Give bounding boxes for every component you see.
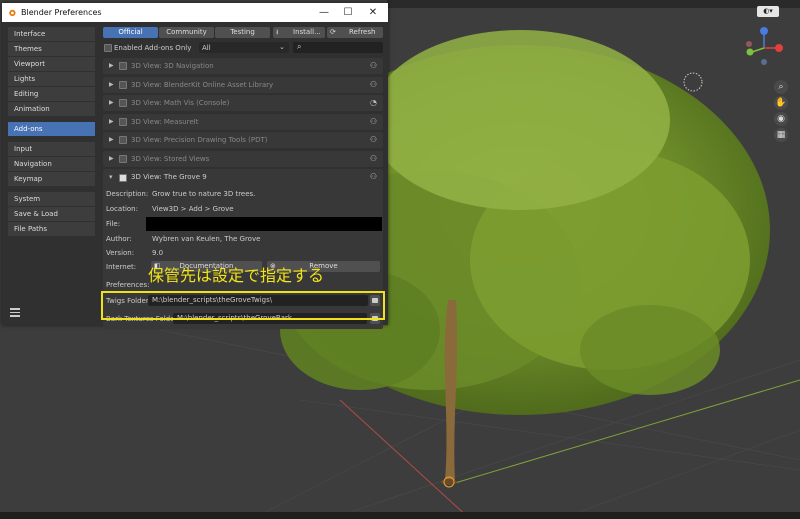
chevron-down-icon: ⌄ xyxy=(279,43,285,51)
collapse-arrow-icon[interactable]: ▾ xyxy=(109,173,113,181)
sidebar-item-system[interactable]: System xyxy=(8,192,95,206)
expand-arrow-icon[interactable]: ▶ xyxy=(109,155,114,162)
addon-row[interactable]: ▶ 3D View: BlenderKit Online Asset Librar… xyxy=(103,76,383,93)
filter-row: Enabled Add-ons Only All ⌄ ⌕ xyxy=(103,42,383,53)
addon-title: 3D View: The Grove 9 xyxy=(131,173,207,181)
enabled-only-label: Enabled Add-ons Only xyxy=(114,44,192,52)
menu-icon[interactable] xyxy=(10,308,20,317)
addon-row[interactable]: ▶ 3D View: Precision Drawing Tools (PDT) ⚇ xyxy=(103,132,383,148)
refresh-label: Refresh xyxy=(349,28,376,36)
addon-list: ▶ 3D View: 3D Navigation ⚇ ▶ 3D View: Blende… xyxy=(103,58,383,329)
expand-arrow-icon[interactable]: ▶ xyxy=(109,136,114,143)
camera-icon[interactable]: ◉ xyxy=(774,112,788,126)
sidebar-item-editing[interactable]: Editing xyxy=(8,87,95,101)
search-icon: ⌕ xyxy=(297,42,302,51)
install-label: Install... xyxy=(293,28,321,36)
user-icon: ⚇ xyxy=(369,172,377,181)
refresh-button[interactable]: ⟳ Refresh xyxy=(327,27,383,38)
expand-arrow-icon[interactable]: ▶ xyxy=(109,62,114,69)
expand-arrow-icon[interactable]: ▶ xyxy=(109,81,114,88)
enabled-only-checkbox[interactable] xyxy=(104,44,112,52)
grid-view-icon[interactable]: ▦ xyxy=(774,128,788,142)
addon-name: 3D View: 3D Navigation xyxy=(131,62,214,70)
sidebar-item-input[interactable]: Input xyxy=(8,142,95,156)
zoom-icon[interactable]: ⌕ xyxy=(774,80,788,94)
tab-testing[interactable]: Testing xyxy=(215,27,270,38)
addon-name: 3D View: BlenderKit Online Asset Library xyxy=(131,80,274,89)
sidebar-item-save-load[interactable]: Save & Load xyxy=(8,207,95,221)
user-icon: ⚇ xyxy=(369,79,377,89)
download-icon: ⭳ xyxy=(276,28,279,36)
addon-name: 3D View: Math Vis (Console) xyxy=(131,99,230,107)
highlight-box xyxy=(101,291,385,320)
addon-name: 3D View: Stored Views xyxy=(131,154,210,163)
pan-hand-icon[interactable]: ✋ xyxy=(774,96,788,110)
maximize-button[interactable]: ☐ xyxy=(337,5,359,20)
sidebar-item-interface[interactable]: Interface xyxy=(8,27,95,41)
addon-row[interactable]: ▶ 3D View: Stored Views ⚇ xyxy=(103,150,383,167)
addon-name: 3D View: Precision Drawing Tools (PDT) xyxy=(131,136,268,144)
internet-label: Internet: xyxy=(106,263,137,271)
addon-row[interactable]: ▶ 3D View: Math Vis (Console) ◔ xyxy=(103,95,383,111)
status-bar xyxy=(0,512,800,519)
location-value: View3D > Add > Grove xyxy=(152,205,234,213)
addon-enable-checkbox[interactable] xyxy=(119,99,127,107)
version-value: 9.0 xyxy=(152,249,164,257)
location-label: Location: xyxy=(106,205,138,213)
addon-row[interactable]: ▶ 3D View: 3D Navigation ⚇ xyxy=(103,58,383,74)
user-icon: ⚇ xyxy=(369,116,377,126)
sidebar-item-file-paths[interactable]: File Paths xyxy=(8,222,95,236)
annotation-text: 保管先は設定で指定する xyxy=(148,266,325,285)
close-button[interactable]: ✕ xyxy=(362,5,384,20)
blender-logo-icon xyxy=(9,9,16,17)
sidebar-item-animation[interactable]: Animation xyxy=(8,102,95,116)
expand-arrow-icon[interactable]: ▶ xyxy=(109,118,114,125)
sidebar-item-keymap[interactable]: Keymap xyxy=(8,172,95,186)
minimize-button[interactable]: — xyxy=(313,5,335,20)
preferences-sidebar: Interface Themes Viewport Lights Editing Anim… xyxy=(8,27,95,242)
file-label: File: xyxy=(106,220,121,228)
addon-enable-checkbox[interactable] xyxy=(119,154,127,163)
navigation-gizmo[interactable] xyxy=(740,24,788,72)
addon-enable-checkbox[interactable] xyxy=(119,62,127,70)
sidebar-item-themes[interactable]: Themes xyxy=(8,42,95,56)
author-label: Author: xyxy=(106,235,132,243)
description-label: Description: xyxy=(106,190,149,198)
addon-enable-checkbox[interactable] xyxy=(119,80,127,89)
refresh-icon: ⟳ xyxy=(330,28,336,36)
sidebar-item-lights[interactable]: Lights xyxy=(8,72,95,86)
addon-enable-checkbox[interactable] xyxy=(119,136,127,144)
sidebar-item-viewport[interactable]: Viewport xyxy=(8,57,95,71)
search-input[interactable]: ⌕ xyxy=(293,42,383,53)
install-button[interactable]: ⭳ Install... xyxy=(273,27,325,38)
sidebar-item-add-ons[interactable]: Add-ons xyxy=(8,122,95,136)
addon-row[interactable]: ▶ 3D View: MeasureIt ⚇ xyxy=(103,113,383,130)
viewport-shading-button[interactable]: ◐▾ xyxy=(757,6,779,17)
addon-enable-checkbox[interactable] xyxy=(119,117,127,126)
description-value: Grow true to nature 3D trees. xyxy=(152,190,256,198)
window-title: Blender Preferences xyxy=(21,8,102,17)
author-value: Wybren van Keulen, The Grove xyxy=(152,235,261,243)
sidebar-item-navigation[interactable]: Navigation xyxy=(8,157,95,171)
tab-official[interactable]: Official xyxy=(103,27,158,38)
addon-enable-checkbox[interactable] xyxy=(119,174,127,182)
addon-name: 3D View: MeasureIt xyxy=(131,117,199,126)
user-icon: ⚇ xyxy=(369,61,377,70)
viewport-header xyxy=(387,0,800,8)
preferences-label: Preferences: xyxy=(106,281,150,289)
user-icon: ⚇ xyxy=(369,153,377,163)
window-titlebar: Blender Preferences — ☐ ✕ xyxy=(2,3,388,22)
file-value-redacted xyxy=(146,217,382,231)
category-dropdown[interactable]: All ⌄ xyxy=(199,42,289,53)
tab-community[interactable]: Community xyxy=(159,27,214,38)
user-icon: ⚇ xyxy=(369,135,377,144)
category-value: All xyxy=(202,44,211,52)
expand-arrow-icon[interactable]: ▶ xyxy=(109,99,114,106)
version-label: Version: xyxy=(106,249,135,257)
blender-icon: ◔ xyxy=(370,98,377,107)
